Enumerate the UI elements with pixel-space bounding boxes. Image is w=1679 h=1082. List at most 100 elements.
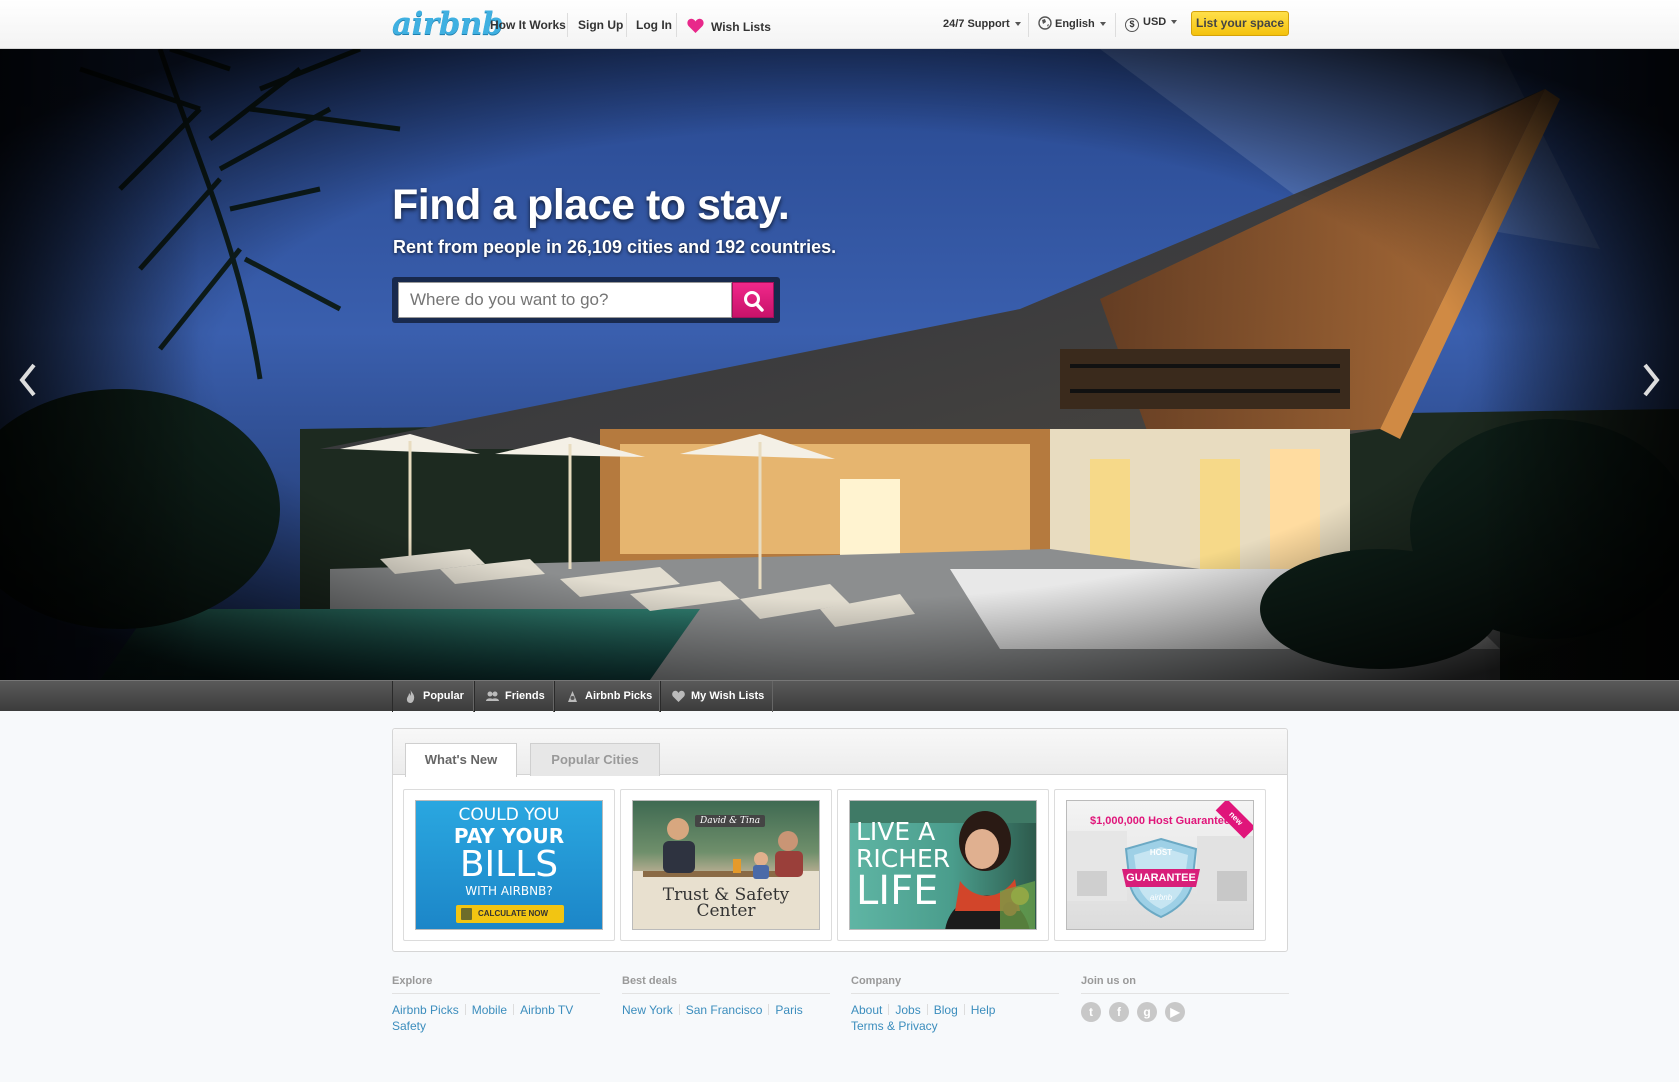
language-dropdown[interactable]: English (1038, 16, 1106, 30)
picks-icon (568, 691, 577, 702)
footer-link-mobile[interactable]: Mobile (472, 1003, 507, 1017)
friends-icon (486, 691, 499, 701)
subnav-friends[interactable]: Friends (474, 681, 554, 712)
footer-link-about[interactable]: About (851, 1003, 882, 1017)
twitter-icon[interactable]: t (1081, 1002, 1101, 1022)
search-icon (744, 291, 764, 312)
promo-line: WITH AIRBNB? (465, 884, 553, 898)
badge-bottom-text: airbnb (1149, 893, 1173, 902)
airbnb-logo[interactable]: airbnb (392, 6, 504, 42)
nav-divider (626, 13, 627, 37)
promo-line: PAY YOUR (453, 824, 565, 848)
subnav-my-wish-lists[interactable]: My Wish Lists (660, 681, 773, 712)
footer-link-jobs[interactable]: Jobs (895, 1003, 920, 1017)
google-plus-icon[interactable]: g (1137, 1002, 1157, 1022)
footer-link-airbnb-picks[interactable]: Airbnb Picks (392, 1003, 459, 1017)
youtube-icon[interactable]: ▶ (1165, 1002, 1185, 1022)
nav-divider (1115, 13, 1116, 37)
nav-log-in[interactable]: Log In (636, 18, 672, 32)
promo-card-bills[interactable]: COULD YOU PAY YOUR BILLS WITH AIRBNB? CA… (403, 789, 615, 941)
subnav-label: My Wish Lists (691, 690, 765, 702)
footer-link-airbnb-tv[interactable]: Airbnb TV (520, 1003, 573, 1017)
search-button[interactable] (732, 282, 774, 318)
heart-icon (672, 690, 685, 702)
hero-subtitle: Rent from people in 26,109 cities and 19… (393, 237, 837, 257)
villa-photo (0, 49, 1679, 680)
facebook-icon[interactable]: f (1109, 1002, 1129, 1022)
link-divider (678, 1004, 680, 1015)
footer-heading: Best deals (622, 975, 830, 994)
footer-social: Join us on t f g ▶ (1081, 975, 1289, 1022)
subnav-popular[interactable]: Popular (392, 681, 474, 712)
nav-wish-lists[interactable]: Wish Lists (687, 15, 771, 34)
promo-card-host-guarantee[interactable]: $1,000,000 Host Guarantee HOST GUARANTEE… (1054, 789, 1266, 941)
hero-title: Find a place to stay. (392, 181, 790, 229)
footer-link-blog[interactable]: Blog (934, 1003, 958, 1017)
link-divider (926, 1004, 928, 1015)
cta-label: CALCULATE NOW (478, 909, 549, 918)
footer-link-new-york[interactable]: New York (622, 1003, 673, 1017)
language-label: English (1055, 18, 1095, 30)
badge-top-text: HOST (1149, 848, 1173, 857)
promo-card-trust-safety[interactable]: David & Tina Trust & Safety Center (620, 789, 832, 941)
chevron-down-icon (1014, 22, 1021, 27)
calculate-now-badge: CALCULATE NOW (456, 905, 564, 923)
promo-line: Center (696, 901, 756, 921)
support-dropdown[interactable]: 24/7 Support (943, 18, 1021, 30)
subnav-label: Friends (505, 690, 545, 702)
subnav-label: Airbnb Picks (585, 690, 653, 702)
subnav-airbnb-picks[interactable]: Airbnb Picks (554, 681, 660, 712)
chevron-down-icon (1099, 22, 1106, 27)
footer-link-safety[interactable]: Safety (392, 1019, 426, 1033)
globe-icon (1038, 16, 1052, 30)
support-label: 24/7 Support (943, 18, 1010, 30)
next-slide-arrow[interactable] (1633, 349, 1669, 411)
nav-how-it-works[interactable]: How It Works (490, 18, 566, 32)
tab-whats-new[interactable]: What's New (405, 743, 517, 777)
footer-link-help[interactable]: Help (971, 1003, 996, 1017)
nav-divider (676, 13, 677, 37)
badge-main-text: GUARANTEE (1126, 872, 1196, 884)
chevron-right-icon (1643, 363, 1660, 397)
promo-line: COULD YOU (458, 805, 560, 825)
currency-label: USD (1143, 16, 1167, 28)
promo-image: $1,000,000 Host Guarantee HOST GUARANTEE… (1066, 800, 1254, 930)
footer-explore: Explore Airbnb Picks Mobile Airbnb TV Safe… (392, 975, 600, 1034)
promo-card-richer-life[interactable]: LIVE A RICHER LIFE (837, 789, 1049, 941)
calculator-icon (461, 908, 472, 920)
search-input[interactable] (398, 282, 732, 318)
link-divider (768, 1004, 770, 1015)
footer-link-san-francisco[interactable]: San Francisco (686, 1003, 763, 1017)
promo-line: LIFE (856, 868, 939, 914)
footer-company: Company About Jobs Blog Help Terms & Privac… (851, 975, 1059, 1034)
subnav-label: Popular (423, 690, 464, 702)
footer-link-terms-privacy[interactable]: Terms & Privacy (851, 1019, 938, 1033)
nav-divider (567, 13, 568, 37)
promo-image: LIVE A RICHER LIFE (849, 800, 1037, 930)
currency-dropdown[interactable]: $ USD (1125, 16, 1178, 32)
link-divider (888, 1004, 890, 1015)
search-bar (392, 277, 780, 323)
hero-banner: Find a place to stay. Rent from people i… (0, 49, 1679, 680)
promo-line: BILLS (459, 844, 559, 885)
flame-icon (406, 690, 415, 703)
nav-sign-up[interactable]: Sign Up (578, 18, 623, 32)
top-header: airbnb How It Works Sign Up Log In Wish … (0, 0, 1679, 49)
link-divider (963, 1004, 965, 1015)
wish-lists-label: Wish Lists (711, 20, 771, 34)
names-tag: David & Tina (695, 815, 766, 827)
prev-slide-arrow[interactable] (10, 349, 46, 411)
list-your-space-button[interactable]: List your space (1191, 11, 1289, 36)
footer-best-deals: Best deals New York San Francisco Paris (622, 975, 830, 1018)
footer-heading: Company (851, 975, 1059, 994)
footer-link-paris[interactable]: Paris (775, 1003, 802, 1017)
tab-popular-cities[interactable]: Popular Cities (530, 743, 660, 776)
promo-line: LIVE A (856, 817, 936, 846)
discovery-bar: Popular Friends Airbnb Picks My Wish Lis… (0, 680, 1679, 712)
panel-tabs: What's New Popular Cities (393, 729, 1287, 777)
dollar-icon: $ (1125, 18, 1139, 32)
whats-new-panel: What's New Popular Cities COULD YOU PAY … (392, 728, 1288, 952)
chevron-down-icon (1171, 20, 1178, 25)
link-divider (513, 1004, 515, 1015)
footer-heading: Explore (392, 975, 600, 994)
